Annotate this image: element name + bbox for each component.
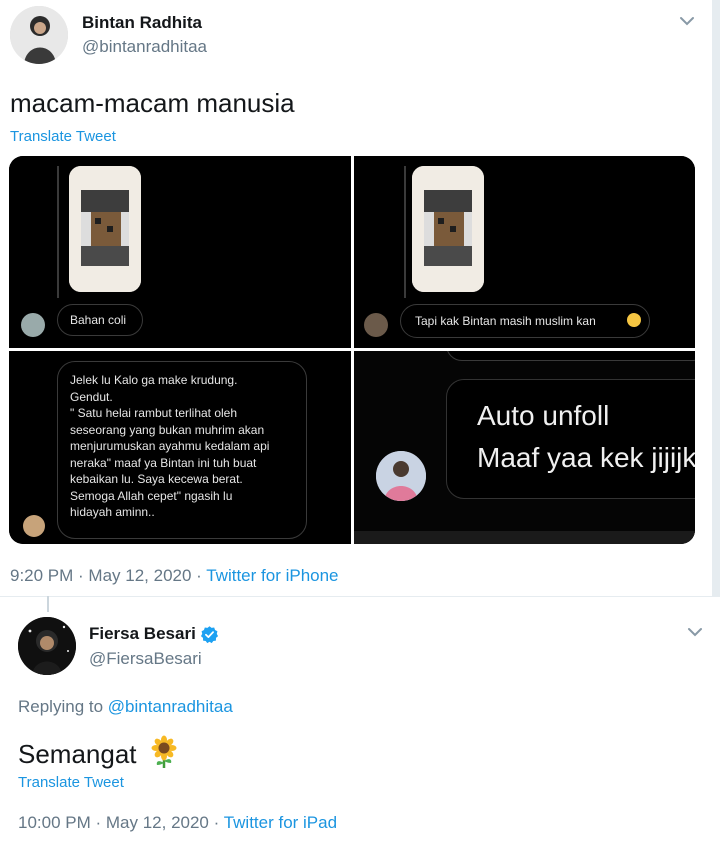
scroll-gutter <box>712 0 720 596</box>
avatar-fiersa[interactable] <box>18 617 76 675</box>
avatar-bintan[interactable] <box>10 6 68 64</box>
time-text[interactable]: 10:00 PM · May 12, 2020 · <box>18 813 224 832</box>
message-text: Bahan coli <box>70 313 127 327</box>
tweet-source-link[interactable]: Twitter for iPhone <box>206 566 338 585</box>
message-line: seseorang yang bukan muhrim akan <box>70 422 265 437</box>
bottom-bar <box>354 531 695 544</box>
message-line: hidayah aminn.. <box>70 505 155 519</box>
message-line: Gendut. <box>70 389 113 404</box>
shared-photo <box>412 166 484 292</box>
tweet-media-grid[interactable]: Bahan coli Tapi kak Bintan masih muslim <box>9 156 695 544</box>
tweet-text-content: Semangat <box>18 739 137 769</box>
sender-avatar <box>23 515 45 537</box>
message-bubble-partial <box>446 351 695 361</box>
sender-avatar <box>21 313 45 337</box>
message-bubble: Auto unfoll Maaf yaa kek jijijk <box>446 379 695 499</box>
sunflower-icon <box>151 735 177 768</box>
replying-prefix: Replying to <box>18 697 108 716</box>
tweet-timestamp: 10:00 PM · May 12, 2020 · Twitter for iP… <box>18 813 337 833</box>
message-line: Semoga Allah cepet" ngasih lu <box>70 488 233 503</box>
replying-to: Replying to @bintanradhitaa <box>18 697 233 717</box>
message-bubble: Bahan coli <box>57 304 143 336</box>
author-name[interactable]: Fiersa Besari <box>89 624 196 644</box>
chevron-down-icon[interactable] <box>676 10 698 32</box>
replying-to-link[interactable]: @bintanradhitaa <box>108 697 233 716</box>
message-bubble: Tapi kak Bintan masih muslim kan <box>400 304 650 338</box>
shared-photo <box>69 166 141 292</box>
translate-tweet-link[interactable]: Translate Tweet <box>18 774 124 791</box>
media-panel-4[interactable]: Auto unfoll Maaf yaa kek jijijk <box>354 351 695 544</box>
message-line: kebaikan lu. Saya kecewa berat. <box>70 472 243 486</box>
message-bubble: Jelek lu Kalo ga make krudung. Gendut. "… <box>57 361 307 539</box>
tweet-source-link[interactable]: Twitter for iPad <box>224 813 337 832</box>
thread-connector <box>47 596 49 612</box>
media-panel-1[interactable]: Bahan coli <box>9 156 351 348</box>
tweet-original: Bintan Radhita @bintanradhitaa macam-mac… <box>0 0 712 596</box>
author-handle[interactable]: @FiersaBesari <box>89 649 202 669</box>
translate-tweet-link[interactable]: Translate Tweet <box>10 128 116 145</box>
thread-line <box>404 166 406 298</box>
sender-avatar <box>376 451 426 501</box>
sender-avatar <box>364 313 388 337</box>
tweet-text: macam-macam manusia <box>10 88 295 118</box>
time-text[interactable]: 9:20 PM · May 12, 2020 · <box>10 566 206 585</box>
tweet-text: Semangat <box>18 735 180 770</box>
chevron-down-icon[interactable] <box>684 621 706 643</box>
author-handle[interactable]: @bintanradhitaa <box>82 37 207 57</box>
thread-line <box>57 166 59 298</box>
grid-divider-horizontal <box>9 348 695 351</box>
media-panel-2[interactable]: Tapi kak Bintan masih muslim kan <box>354 156 695 348</box>
tweet-timestamp: 9:20 PM · May 12, 2020 · Twitter for iPh… <box>10 566 339 586</box>
message-text: Tapi kak Bintan masih muslim kan <box>415 314 596 328</box>
verified-badge-icon <box>200 626 219 644</box>
pleading-face-emoji <box>627 313 641 327</box>
tweet-reply: Fiersa Besari @FiersaBesari Replying to … <box>0 596 720 841</box>
author-name[interactable]: Bintan Radhita <box>82 13 202 33</box>
message-line: Auto unfoll <box>477 400 610 431</box>
message-line: " Satu helai rambut terlihat oleh <box>70 406 238 420</box>
media-panel-3[interactable]: Jelek lu Kalo ga make krudung. Gendut. "… <box>9 351 351 544</box>
message-line: neraka" maaf ya Bintan ini tuh buat <box>70 455 257 470</box>
message-line: menjurumuskan ayahmu kedalam api <box>70 439 270 453</box>
message-line: Jelek lu Kalo ga make krudung. <box>70 373 238 387</box>
message-line: Maaf yaa kek jijijk <box>477 442 695 473</box>
